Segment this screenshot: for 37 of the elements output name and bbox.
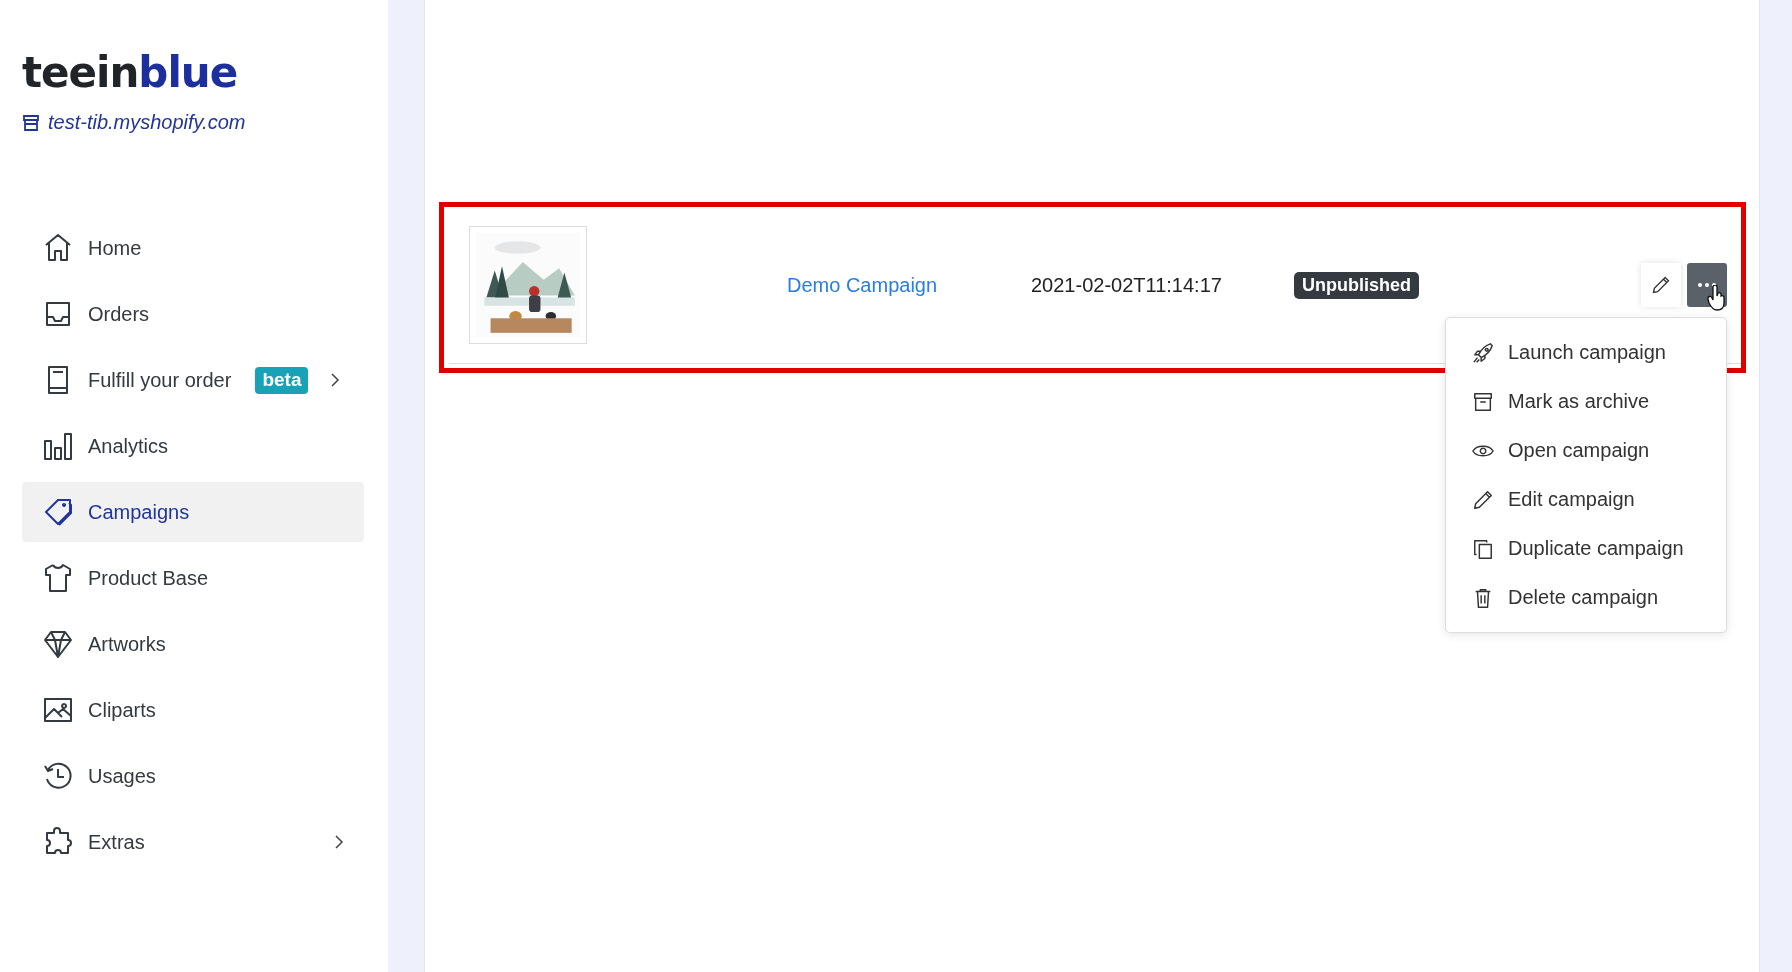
menu-item[interactable]: Delete campaign — [1446, 573, 1726, 622]
sidebar-item[interactable]: Fulfill your order beta — [22, 350, 364, 410]
sidebar-item[interactable]: Analytics — [22, 416, 364, 476]
sidebar-item[interactable]: Extras — [22, 812, 364, 872]
menu-item-icon — [1472, 537, 1494, 560]
nav-icon — [42, 760, 74, 792]
sidebar-item[interactable]: Campaigns — [22, 482, 364, 542]
nav-icon — [42, 562, 74, 594]
menu-item[interactable]: Edit campaign — [1446, 475, 1726, 524]
nav-icon — [42, 430, 74, 462]
menu-item[interactable]: Mark as archive — [1446, 377, 1726, 426]
sidebar-item[interactable]: Home — [22, 218, 364, 278]
menu-item-icon — [1472, 341, 1494, 364]
sidebar-item[interactable]: Artworks — [22, 614, 364, 674]
dots-icon — [1697, 282, 1717, 288]
sidebar-item[interactable]: Cliparts — [22, 680, 364, 740]
logo-text-accent: blue — [138, 48, 238, 97]
nav-icon — [42, 496, 74, 528]
pencil-icon — [1651, 275, 1671, 295]
sidebar-item[interactable]: Usages — [22, 746, 364, 806]
sidebar-item[interactable]: Orders — [22, 284, 364, 344]
edit-button[interactable] — [1641, 263, 1681, 307]
menu-item[interactable]: Open campaign — [1446, 426, 1726, 475]
logo-text: teein — [22, 48, 139, 97]
hand-cursor-icon — [1707, 285, 1727, 311]
sidebar-item[interactable]: Product Base — [22, 548, 364, 608]
menu-item-icon — [1472, 390, 1494, 413]
status-badge: Unpublished — [1294, 271, 1419, 299]
campaign-name-link[interactable]: Demo Campaign — [787, 273, 1031, 297]
campaign-date: 2021-02-02T11:14:17 — [1031, 273, 1223, 297]
menu-item[interactable]: Launch campaign — [1446, 328, 1726, 377]
menu-item[interactable]: Duplicate campaign — [1446, 524, 1726, 573]
store-link[interactable]: test-tib.myshopify.com — [48, 111, 246, 134]
menu-item-icon — [1472, 488, 1494, 511]
beta-badge: beta — [255, 366, 309, 394]
store-icon — [22, 114, 40, 131]
nav-icon — [42, 628, 74, 660]
